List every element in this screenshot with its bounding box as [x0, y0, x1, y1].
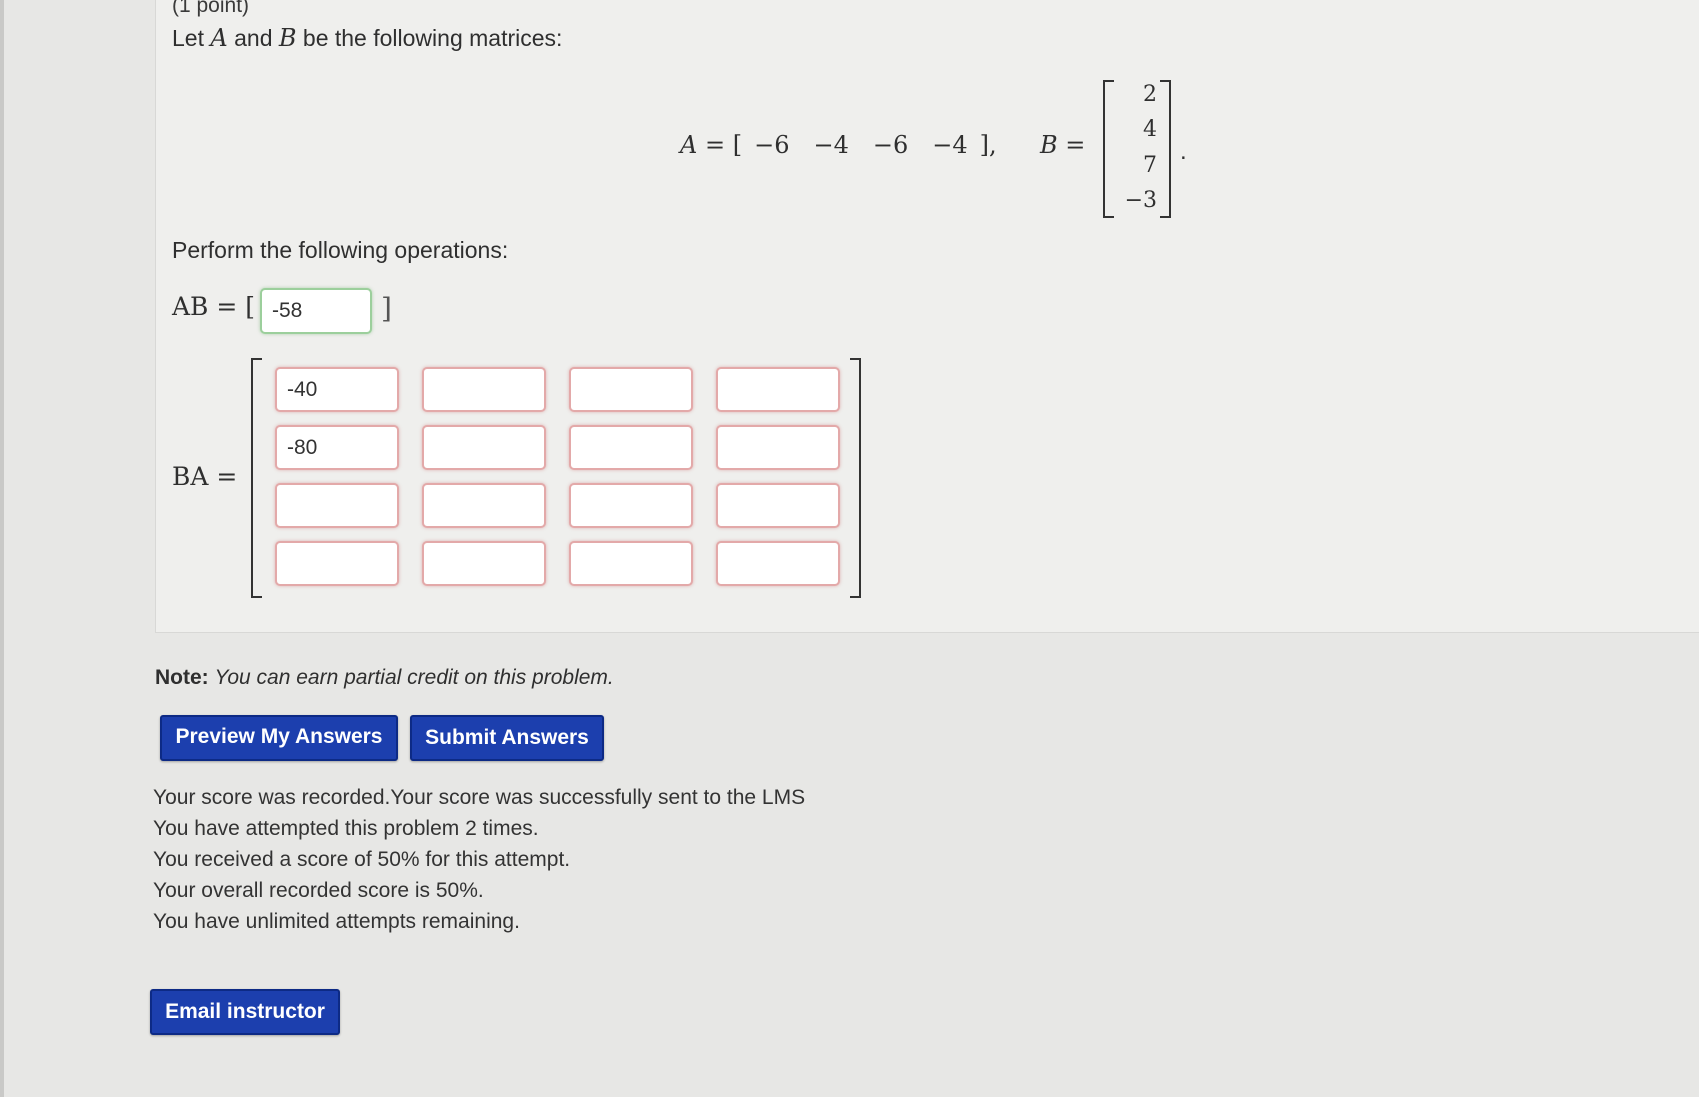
ba-cell-input[interactable]	[422, 367, 546, 412]
score-status-line: Your overall recorded score is 50%.	[153, 879, 484, 902]
intro-prefix: Let	[172, 25, 204, 51]
matrix-a-value: −4	[813, 131, 849, 159]
matrix-a-value: −6	[872, 131, 909, 159]
ba-cell-input[interactable]	[716, 367, 840, 412]
problem-points: (1 point)	[172, 0, 250, 17]
score-status-line: You have unlimited attempts remaining.	[153, 910, 520, 933]
preview-answers-label: Preview My Answers	[175, 725, 383, 748]
matrix-b-vector: 2 4 7 −3	[1103, 80, 1171, 218]
ba-cell-input[interactable]	[569, 367, 693, 412]
ba-cell-input[interactable]	[275, 541, 399, 586]
ba-right-bracket	[850, 358, 861, 598]
ba-cell-input[interactable]	[275, 483, 399, 528]
intro-suffix: be the following matrices:	[302, 25, 563, 51]
ba-cell-input[interactable]	[422, 541, 546, 586]
matrix-a-value: −4	[932, 131, 968, 159]
matrix-a-open: [	[732, 131, 743, 159]
ba-cell-input[interactable]	[422, 483, 546, 528]
var-a: A	[210, 24, 228, 52]
matrix-b-value: 7	[1143, 153, 1157, 178]
submit-answers-label: Submit Answers	[425, 726, 589, 749]
ba-cell-input[interactable]	[569, 541, 693, 586]
perform-instructions: Perform the following operations:	[172, 237, 509, 263]
ba-left-bracket	[251, 358, 262, 598]
intro-and: and	[234, 25, 273, 51]
email-instructor-button[interactable]: Email instructor	[150, 989, 340, 1035]
var-b: B	[278, 24, 297, 52]
score-status-line: You have attempted this problem 2 times.	[153, 817, 539, 840]
ab-close-bracket: ]	[381, 292, 392, 325]
matrix-a-equation: A = [ −6 −4 −6 −4],	[680, 131, 997, 159]
preview-answers-button[interactable]: Preview My Answers	[160, 715, 398, 761]
matrix-b-value: 2	[1143, 82, 1157, 107]
ba-cell-input[interactable]	[569, 483, 693, 528]
partial-credit-note: Note: You can earn partial credit on thi…	[155, 666, 614, 690]
score-status-line: You received a score of 50% for this att…	[153, 848, 571, 871]
score-status-line: Your score was recorded.Your score was s…	[153, 786, 806, 809]
note-label: Note:	[155, 666, 209, 689]
ba-cell-input[interactable]	[275, 367, 399, 412]
ba-cell-input[interactable]	[422, 425, 546, 470]
ba-cell-input[interactable]	[716, 425, 840, 470]
ab-label: AB = [	[172, 292, 256, 321]
note-text: You can earn partial credit on this prob…	[214, 666, 614, 689]
matrix-b-value: 4	[1143, 117, 1157, 142]
problem-intro: Let A and B be the following matrices:	[172, 24, 562, 52]
matrix-a-label: A =	[680, 131, 726, 159]
submit-answers-button[interactable]: Submit Answers	[410, 715, 604, 761]
ba-cell-input[interactable]	[275, 425, 399, 470]
ba-label: BA =	[172, 462, 238, 491]
matrix-a-value: −6	[754, 131, 790, 159]
ba-cell-input[interactable]	[569, 425, 693, 470]
matrix-a-close: ],	[979, 131, 997, 159]
matrix-b-period: .	[1180, 138, 1187, 165]
ba-cell-input[interactable]	[716, 541, 840, 586]
matrix-b-value: −3	[1124, 188, 1157, 213]
window-edge	[0, 0, 4, 1097]
email-instructor-label: Email instructor	[165, 1000, 325, 1023]
matrix-b-label: B =	[1040, 131, 1086, 159]
ab-answer-input[interactable]	[260, 288, 372, 334]
ba-cell-input[interactable]	[716, 483, 840, 528]
